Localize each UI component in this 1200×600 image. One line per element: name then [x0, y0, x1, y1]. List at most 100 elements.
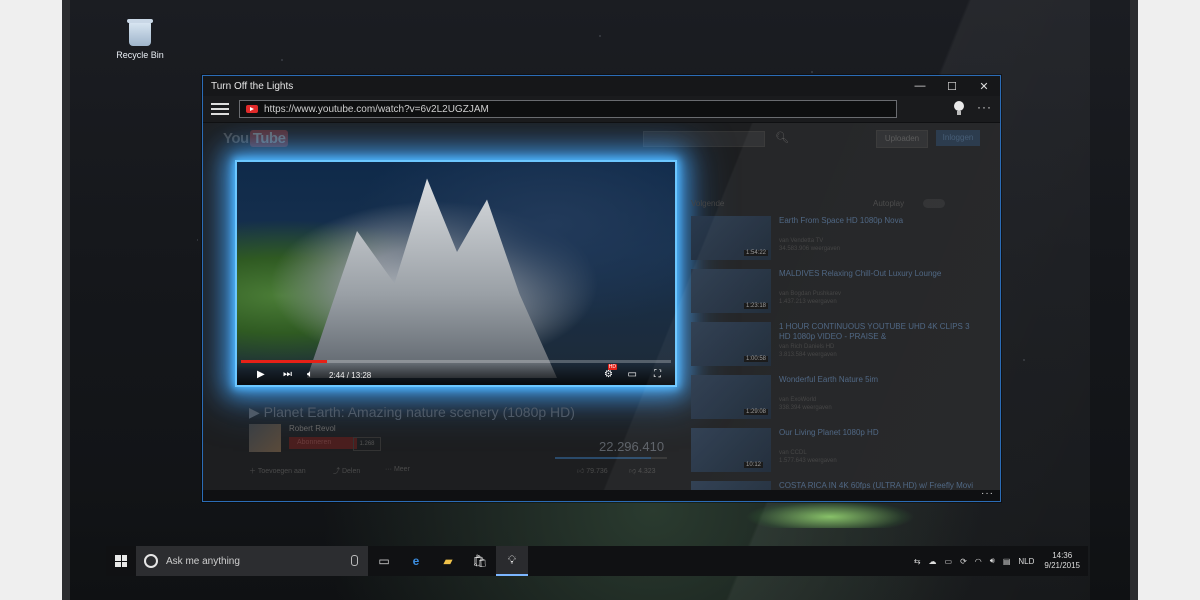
close-button[interactable]: ✕ [968, 76, 1000, 96]
language-indicator[interactable]: NLD [1018, 557, 1034, 566]
related-video-item[interactable]: COSTA RICA IN 4K 60fps (ULTRA HD) w/ Fre… [691, 481, 991, 490]
web-content: You Tube 🔍︎ Uploaden Inloggen ▶ ⏭ 🔈︎ 2:44… [203, 123, 1000, 490]
add-to-label: Toevoegen aan [257, 468, 306, 475]
related-video-item[interactable]: 1:29:08 Wonderful Earth Nature 5im van Exo… [691, 375, 991, 419]
play-icon[interactable]: ▶ [257, 369, 265, 380]
autoplay-label: Autoplay [873, 199, 905, 208]
address-bar[interactable]: https://www.youtube.com/watch?v=6v2L2UGZ… [239, 100, 897, 118]
sync-icon[interactable]: ⟳ [960, 557, 967, 566]
player-controls: ▶ ⏭ 🔈︎ 2:44 / 13:28 ⚙ HD ▭ ⛶ [237, 363, 675, 385]
related-video-title[interactable]: MALDIVES Relaxing Chill-Out Luxury Loung… [779, 269, 979, 279]
theater-mode-icon[interactable]: ▭ [628, 369, 637, 380]
related-video-duration: 1:00:58 [744, 356, 769, 362]
taskbar: Ask me anything ▭ e ▰ 🛍︎ 💡︎ ⇆ ☁ ▭ ⟳ ◠ 🔊︎… [106, 546, 1088, 576]
cortana-icon [144, 554, 158, 568]
cloud-icon[interactable]: ☁ [929, 557, 937, 566]
related-video-channel[interactable]: van CCDL [779, 450, 807, 456]
edge-browser-icon[interactable]: e [400, 546, 432, 576]
like-count: 79.736 [586, 468, 608, 475]
windows-logo-icon [115, 555, 127, 567]
settings-gear-icon[interactable]: ⚙ HD [604, 364, 617, 380]
clock-date: 9/21/2015 [1044, 561, 1080, 570]
youtube-favicon-icon [246, 105, 258, 113]
related-video-views: 3.813.584 weergaven [779, 352, 837, 358]
tent-glow [745, 500, 915, 528]
subscriber-count: 1.268 [353, 437, 381, 451]
related-video-thumbnail[interactable] [691, 481, 771, 490]
task-view-icon[interactable]: ▭ [368, 546, 400, 576]
network-app-icon[interactable]: ⇆ [914, 557, 921, 566]
file-explorer-icon[interactable]: ▰ [432, 546, 464, 576]
related-video-channel[interactable]: van Bogdan Pushkarev [779, 291, 841, 297]
subscribe-button[interactable]: Abonneren [289, 437, 357, 449]
related-video-channel[interactable]: van Rich Daniels HD [779, 344, 834, 350]
logo-tube: Tube [249, 130, 289, 147]
autoplay-toggle[interactable] [923, 199, 945, 208]
microphone-icon[interactable] [351, 555, 358, 566]
youtube-search-input[interactable] [643, 131, 765, 147]
minimize-button[interactable]: — [904, 76, 936, 96]
search-placeholder: Ask me anything [166, 555, 240, 567]
related-video-title[interactable]: Wonderful Earth Nature 5im [779, 375, 979, 385]
signin-button[interactable]: Inloggen [936, 130, 980, 146]
window-title: Turn Off the Lights [211, 80, 294, 92]
app-window: Turn Off the Lights — ☐ ✕ https://www.yo… [202, 75, 1001, 502]
cortana-search-box[interactable]: Ask me anything [136, 546, 368, 576]
related-video-title[interactable]: Our Living Planet 1080p HD [779, 428, 979, 438]
more-label: Meer [393, 466, 410, 473]
share-button[interactable]: ⤴ Delen [333, 466, 360, 476]
related-video-views: 338.394 weergaven [779, 405, 832, 411]
fullscreen-icon[interactable]: ⛶ [654, 369, 661, 380]
start-button[interactable] [106, 546, 136, 576]
hd-badge: HD [607, 364, 617, 370]
time-display: 2:44 / 13:28 [329, 371, 372, 380]
window-controls: — ☐ ✕ [904, 76, 1000, 96]
related-video-views: 34.583.906 weergaven [779, 246, 841, 252]
related-video-channel[interactable]: van ExoWorld [779, 397, 816, 403]
add-to-button[interactable]: ＋ Toevoegen aan [249, 466, 306, 476]
battery-icon[interactable]: ▭ [945, 557, 953, 566]
channel-avatar[interactable] [249, 424, 281, 452]
wifi-icon[interactable]: ◠ [975, 557, 982, 566]
title-bar[interactable]: Turn Off the Lights — ☐ ✕ [203, 76, 1000, 96]
system-tray: ⇆ ☁ ▭ ⟳ ◠ 🔊︎ ▤ NLD 14:36 9/21/2015 [910, 546, 1080, 576]
recycle-bin-label: Recycle Bin [116, 50, 164, 60]
related-video-views: 1.577.643 weergaven [779, 458, 837, 464]
related-video-item[interactable]: 10:12 Our Living Planet 1080p HD van CCDL 1… [691, 428, 991, 472]
related-video-views: 1.437.213 weergaven [779, 299, 837, 305]
next-icon[interactable]: ⏭ [283, 369, 292, 380]
youtube-header: You Tube 🔍︎ Uploaden Inloggen [203, 123, 1000, 153]
clock-time: 14:36 [1052, 551, 1073, 560]
search-icon[interactable]: 🔍︎ [775, 131, 789, 144]
volume-tray-icon[interactable]: 🔊︎ [990, 556, 995, 566]
channel-name[interactable]: Robert Revol [289, 424, 336, 433]
store-icon[interactable]: 🛍︎ [464, 546, 496, 576]
like-ratio-bar [555, 457, 667, 459]
like-ratio-fill [555, 457, 652, 459]
volume-icon[interactable]: 🔈︎ [307, 369, 313, 380]
hamburger-menu-icon[interactable] [211, 103, 229, 115]
related-video-item[interactable]: 1:23:18 MALDIVES Relaxing Chill-Out Luxur… [691, 269, 991, 313]
video-player[interactable]: ▶ ⏭ 🔈︎ 2:44 / 13:28 ⚙ HD ▭ ⛶ [235, 160, 677, 387]
related-video-channel[interactable]: van Vendetta TV [779, 238, 823, 244]
dislike-button[interactable]: 👎︎ 4.323 [629, 466, 656, 475]
action-center-icon[interactable]: ▤ [1003, 557, 1011, 566]
bottom-more-button[interactable]: ··· [981, 488, 994, 499]
more-button[interactable]: ··· Meer [385, 466, 410, 473]
turn-off-the-lights-app-icon[interactable]: 💡︎ [496, 546, 528, 576]
maximize-button[interactable]: ☐ [936, 76, 968, 96]
related-video-title[interactable]: 1 HOUR CONTINUOUS YOUTUBE UHD 4K CLIPS 3… [779, 322, 979, 342]
recycle-bin-icon [127, 19, 153, 46]
related-video-title[interactable]: Earth From Space HD 1080p Nova [779, 216, 979, 226]
upload-button[interactable]: Uploaden [876, 130, 928, 148]
youtube-logo[interactable]: You Tube [223, 130, 289, 147]
more-options-button[interactable]: ··· [977, 100, 992, 114]
lightbulb-icon[interactable] [952, 101, 966, 117]
clock[interactable]: 14:36 9/21/2015 [1044, 551, 1080, 571]
like-button[interactable]: 👍︎ 79.736 [577, 466, 608, 475]
share-label: Delen [341, 468, 361, 475]
related-video-title[interactable]: COSTA RICA IN 4K 60fps (ULTRA HD) w/ Fre… [779, 481, 979, 490]
recycle-bin[interactable]: Recycle Bin [110, 19, 170, 60]
related-video-item[interactable]: 1:00:58 1 HOUR CONTINUOUS YOUTUBE UHD 4K … [691, 322, 991, 366]
related-video-item[interactable]: 1:54:22 Earth From Space HD 1080p Nova van… [691, 216, 991, 260]
